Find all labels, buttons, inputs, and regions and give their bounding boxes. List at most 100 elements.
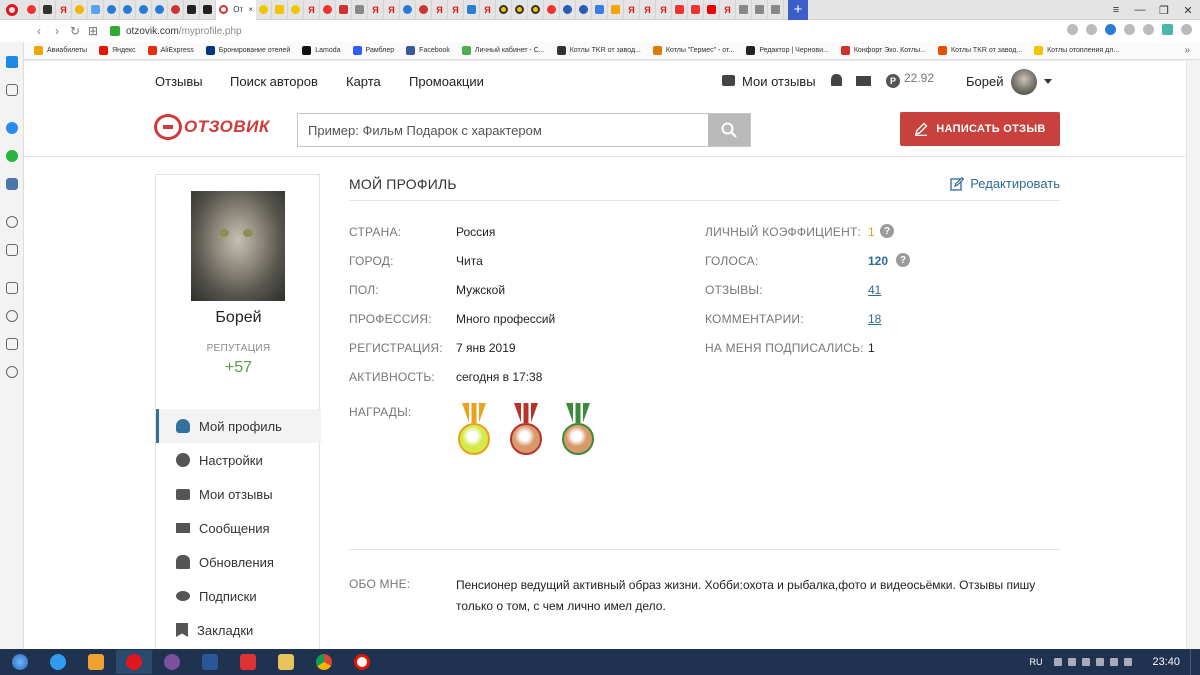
tray-up-icon[interactable] (1054, 658, 1063, 666)
bookmark-item[interactable]: Конфорт Эко. Котлы... (840, 46, 926, 55)
bookmark-item[interactable]: Котлы "Гермес" - от... (652, 46, 734, 55)
taskbar-media[interactable] (78, 650, 114, 674)
network-icon[interactable] (1082, 658, 1091, 666)
tab[interactable] (320, 0, 336, 20)
tab[interactable] (72, 0, 88, 20)
tab[interactable]: Я (656, 0, 672, 20)
bookmark-item[interactable]: Личный кабинет - С... (461, 46, 545, 55)
taskbar-word[interactable] (192, 650, 228, 674)
search-in-page-icon[interactable] (1067, 24, 1078, 35)
tab[interactable] (104, 0, 120, 20)
bookmark-item[interactable]: Авиабилеты (34, 46, 87, 55)
bookmark-item[interactable]: Яндекс (99, 46, 136, 55)
download-icon[interactable] (1181, 24, 1192, 35)
reload-icon[interactable]: ↻ (66, 24, 84, 38)
chat-icon[interactable] (722, 75, 735, 86)
profile-menu-item[interactable]: Мой профиль (156, 409, 321, 443)
tab[interactable]: Я (304, 0, 320, 20)
tab[interactable] (120, 0, 136, 20)
tab[interactable] (352, 0, 368, 20)
heart-icon[interactable] (1143, 24, 1154, 35)
viber-tray-icon[interactable] (1096, 658, 1105, 666)
tab[interactable] (400, 0, 416, 20)
award-bronze-writer-icon[interactable] (508, 403, 544, 465)
tab[interactable] (272, 0, 288, 20)
bookmark-item[interactable]: AliExpress (147, 46, 194, 55)
award-bronze-like-icon[interactable] (560, 403, 596, 465)
profile-menu-item[interactable]: Обновления (156, 545, 321, 579)
tab[interactable] (40, 0, 56, 20)
page-scrollbar[interactable] (1186, 61, 1200, 649)
tab[interactable] (200, 0, 216, 20)
bell-icon[interactable] (831, 74, 842, 86)
clock[interactable]: 23:40 (1152, 656, 1180, 668)
site-logo[interactable]: ОТЗОВИК (154, 114, 270, 140)
nav-find-authors-link[interactable]: Поиск авторов (230, 74, 318, 89)
tab[interactable] (704, 0, 720, 20)
tab[interactable] (256, 0, 272, 20)
url-field[interactable]: otzovik.com/myprofile.php (126, 26, 242, 37)
award-starozhil-icon[interactable] (456, 403, 492, 465)
search-button[interactable] (708, 114, 750, 146)
language-indicator[interactable]: RU (1029, 657, 1042, 667)
help-icon[interactable]: ? (880, 224, 894, 238)
tab[interactable]: Я (480, 0, 496, 20)
bookmark-item[interactable]: Бронирование отелей (205, 46, 290, 55)
tab[interactable] (152, 0, 168, 20)
home-icon[interactable] (6, 56, 18, 68)
taskbar-camera[interactable] (230, 650, 266, 674)
bookmark-item[interactable]: Facebook (406, 46, 450, 55)
tab[interactable] (672, 0, 688, 20)
taskbar-opera[interactable] (116, 650, 152, 674)
new-tab-button[interactable]: + (788, 0, 808, 20)
reviews-count-link[interactable]: 41 (868, 283, 881, 297)
taskbar-chrome[interactable] (306, 650, 342, 674)
tab[interactable]: Я (56, 0, 72, 20)
whatsapp-icon[interactable] (6, 150, 18, 162)
tab[interactable] (512, 0, 528, 20)
tab[interactable] (560, 0, 576, 20)
tab[interactable] (608, 0, 624, 20)
tab[interactable]: Я (384, 0, 400, 20)
tab[interactable] (136, 0, 152, 20)
edit-profile-link[interactable]: Редактировать (950, 176, 1060, 191)
nav-map-link[interactable]: Карта (346, 74, 381, 89)
opera-easy-setup-icon[interactable]: ≡ (1104, 0, 1128, 20)
tab[interactable] (168, 0, 184, 20)
history-icon[interactable] (6, 366, 18, 378)
tab[interactable] (736, 0, 752, 20)
tab-close-icon[interactable]: × (248, 5, 253, 14)
vk-icon[interactable] (6, 178, 18, 190)
camera-icon[interactable] (1086, 24, 1097, 35)
taskbar-viber[interactable] (154, 650, 190, 674)
profile-menu-item[interactable]: Закладки (156, 613, 321, 647)
bookmark-item[interactable]: Котлы TKR от завод... (556, 46, 641, 55)
taskbar-yandex[interactable] (344, 650, 380, 674)
bookmark-item[interactable]: Lamoda (302, 46, 341, 55)
write-review-button[interactable]: НАПИСАТЬ ОТЗЫВ (900, 112, 1060, 146)
tab[interactable]: Я (640, 0, 656, 20)
search-input[interactable] (298, 114, 708, 146)
user-menu-name[interactable]: Борей (966, 74, 1003, 89)
profile-menu-item[interactable]: Подписки (156, 579, 321, 613)
bookmark-item[interactable]: Котлы отопления дл... (1034, 46, 1119, 55)
chevron-down-icon[interactable] (1044, 79, 1052, 84)
tab[interactable] (544, 0, 560, 20)
messenger-icon[interactable] (6, 122, 18, 134)
profile-menu-item[interactable]: Настройки (156, 443, 321, 477)
tab[interactable] (24, 0, 40, 20)
speed-dial-icon[interactable]: ⊞ (84, 24, 102, 38)
volume-icon[interactable] (1124, 658, 1133, 666)
profile-menu-item[interactable]: Сообщения (156, 511, 321, 545)
active-tab[interactable]: От × (216, 0, 256, 20)
tab[interactable]: Я (720, 0, 736, 20)
tab[interactable] (752, 0, 768, 20)
tab[interactable] (496, 0, 512, 20)
bookmark-item[interactable]: Котлы TKR от завод... (938, 46, 1022, 55)
tab[interactable]: Я (448, 0, 464, 20)
extension-icon[interactable] (1162, 24, 1173, 35)
share-icon[interactable] (1124, 24, 1135, 35)
opera-menu-icon[interactable] (0, 0, 24, 20)
tab[interactable] (768, 0, 784, 20)
bookmark-item[interactable]: Редактор | Чернови... (746, 46, 829, 55)
